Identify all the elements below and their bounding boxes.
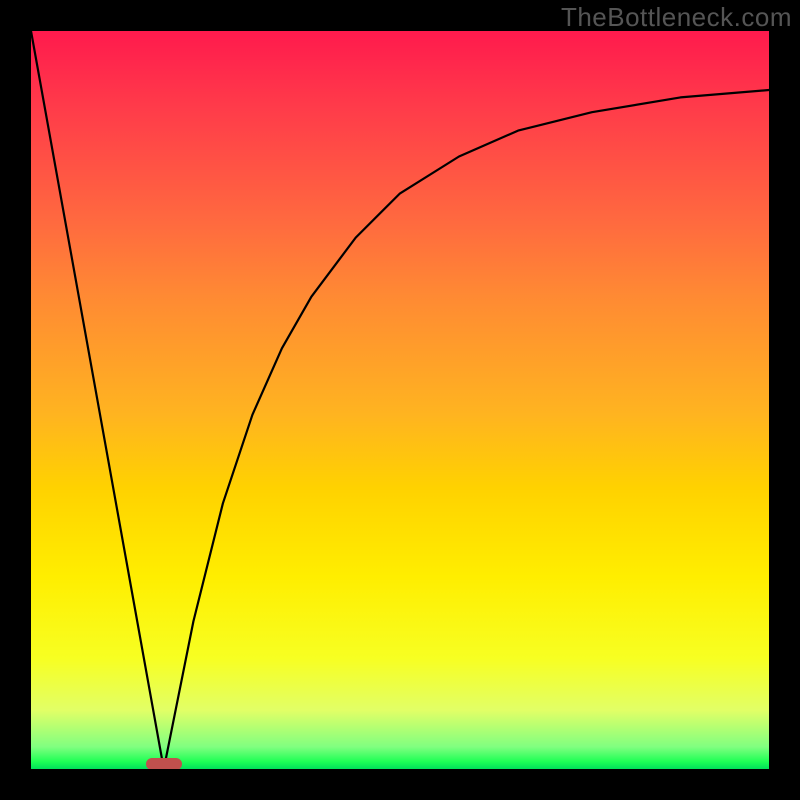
chart-frame: TheBottleneck.com <box>0 0 800 800</box>
watermark-text: TheBottleneck.com <box>561 2 792 33</box>
curve-svg <box>31 31 769 769</box>
bottleneck-curve <box>31 31 769 769</box>
optimum-marker <box>146 758 182 769</box>
plot-area <box>31 31 769 769</box>
